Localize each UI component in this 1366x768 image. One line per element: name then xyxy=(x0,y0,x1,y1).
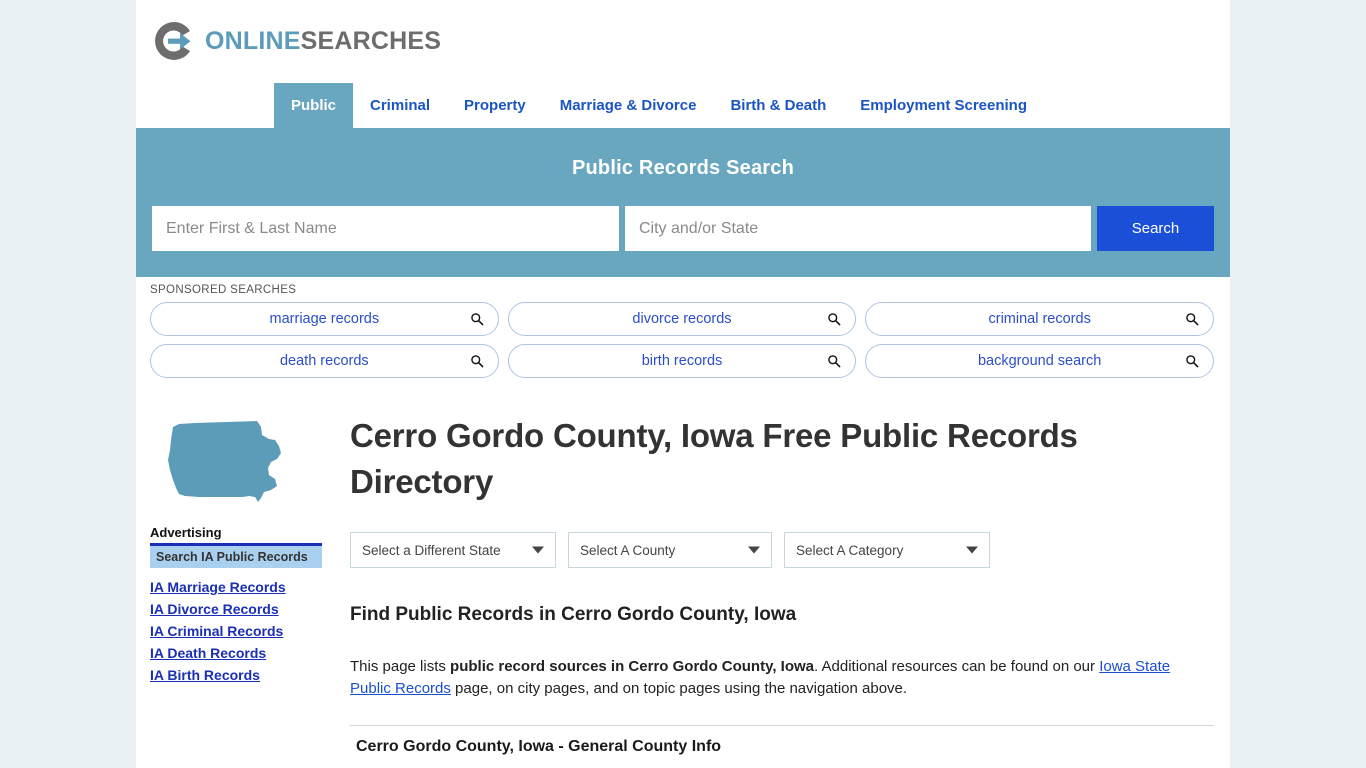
sponsored-searches-label: SPONSORED SEARCHES xyxy=(150,284,297,296)
sponsored-pill-label: divorce records xyxy=(632,311,732,327)
table-heading: Cerro Gordo County, Iowa - General Count… xyxy=(356,738,722,756)
right-column: Cerro Gordo County, Iowa Free Public Rec… xyxy=(336,398,1214,756)
tab-marriage-divorce[interactable]: Marriage & Divorce xyxy=(543,83,714,128)
sponsored-pill-divorce-records[interactable]: divorce records xyxy=(507,302,857,336)
page-container: ONLINESEARCHES Public Criminal Property … xyxy=(136,0,1230,768)
search-submit-button[interactable]: Search xyxy=(1097,206,1214,251)
search-icon xyxy=(828,313,841,326)
logo-word-searches: SEARCHES xyxy=(300,26,442,55)
search-icon xyxy=(1186,313,1199,326)
main-navigation: Public Criminal Property Marriage & Divo… xyxy=(136,83,1230,128)
search-location-input[interactable] xyxy=(625,206,1091,251)
site-logo[interactable]: ONLINESEARCHES xyxy=(152,19,441,63)
select-category-value: Select A Category xyxy=(796,542,904,558)
state-map-container xyxy=(150,409,310,514)
chevron-down-icon xyxy=(532,546,544,554)
chevron-down-icon xyxy=(748,546,760,554)
tab-criminal[interactable]: Criminal xyxy=(353,83,447,128)
ad-link-ia-marriage-records[interactable]: IA Marriage Records xyxy=(150,579,322,595)
advertising-box: Advertising Search IA Public Records IA … xyxy=(150,525,322,683)
sponsored-pill-death-records[interactable]: death records xyxy=(150,344,499,378)
advertising-title: Advertising xyxy=(150,525,222,540)
search-name-input[interactable] xyxy=(152,206,619,251)
sponsored-pill-label: marriage records xyxy=(269,311,380,327)
select-category-dropdown[interactable]: Select A Category xyxy=(784,532,990,569)
advertising-header: Search IA Public Records xyxy=(150,546,322,568)
sponsored-pill-criminal-records[interactable]: criminal records xyxy=(865,302,1214,336)
search-icon xyxy=(470,313,484,326)
intro-text-part3: page, on city pages, and on topic pages … xyxy=(450,680,908,698)
sponsored-searches-grid: marriage records divorce records crimina… xyxy=(150,302,1214,378)
sponsored-pill-label: criminal records xyxy=(988,311,1091,327)
general-county-info-table: Cerro Gordo County, Iowa - General Count… xyxy=(350,725,1214,756)
sponsored-pill-label: birth records xyxy=(641,353,723,369)
public-records-search-banner: Public Records Search Search xyxy=(136,128,1230,277)
chevron-down-icon xyxy=(966,546,978,554)
circle-arrow-logo-icon xyxy=(155,22,191,60)
intro-paragraph: This page lists public record sources in… xyxy=(350,656,1214,700)
iowa-state-map-icon xyxy=(168,420,281,502)
sponsored-pill-label: death records xyxy=(279,353,369,369)
tab-birth-death[interactable]: Birth & Death xyxy=(713,83,843,128)
search-icon xyxy=(828,355,841,368)
search-form: Search xyxy=(152,206,1214,251)
sponsored-searches-section: SPONSORED SEARCHES marriage records divo… xyxy=(136,277,1230,378)
site-header: ONLINESEARCHES xyxy=(136,0,1230,83)
tab-property[interactable]: Property xyxy=(447,83,543,128)
sponsored-pill-background-search[interactable]: background search xyxy=(865,344,1214,378)
search-icon xyxy=(470,355,484,368)
ad-link-ia-birth-records[interactable]: IA Birth Records xyxy=(150,667,322,683)
search-banner-title: Public Records Search xyxy=(571,157,795,179)
logo-wordmark: ONLINESEARCHES xyxy=(205,26,442,55)
sponsored-pill-label: background search xyxy=(977,353,1102,369)
intro-text-bold: public record sources in Cerro Gordo Cou… xyxy=(450,658,814,676)
search-icon xyxy=(1186,355,1199,368)
tab-employment-screening[interactable]: Employment Screening xyxy=(843,83,1044,128)
logo-word-online: ONLINE xyxy=(205,26,301,55)
select-county-dropdown[interactable]: Select A County xyxy=(568,532,772,569)
select-state-value: Select a Different State xyxy=(362,542,501,558)
advertising-inner: Search IA Public Records xyxy=(150,543,322,568)
advertising-links: IA Marriage Records IA Divorce Records I… xyxy=(150,579,322,683)
intro-text-part2: . Additional resources can be found on o… xyxy=(814,658,1100,676)
section-heading: Find Public Records in Cerro Gordo Count… xyxy=(350,604,797,626)
ad-link-ia-death-records[interactable]: IA Death Records xyxy=(150,645,322,661)
main-content: Advertising Search IA Public Records IA … xyxy=(136,378,1230,756)
sponsored-pill-marriage-records[interactable]: marriage records xyxy=(150,302,499,336)
ad-link-ia-criminal-records[interactable]: IA Criminal Records xyxy=(150,623,322,639)
intro-text-part1: This page lists xyxy=(350,658,451,676)
sponsored-pill-birth-records[interactable]: birth records xyxy=(507,344,857,378)
select-county-value: Select A County xyxy=(580,542,676,558)
filter-select-row: Select a Different State Select A County… xyxy=(350,532,1214,569)
tab-public[interactable]: Public xyxy=(274,83,354,128)
page-title: Cerro Gordo County, Iowa Free Public Rec… xyxy=(350,417,1078,500)
select-state-dropdown[interactable]: Select a Different State xyxy=(350,532,556,569)
left-column: Advertising Search IA Public Records IA … xyxy=(150,398,336,756)
ad-link-ia-divorce-records[interactable]: IA Divorce Records xyxy=(150,601,322,617)
